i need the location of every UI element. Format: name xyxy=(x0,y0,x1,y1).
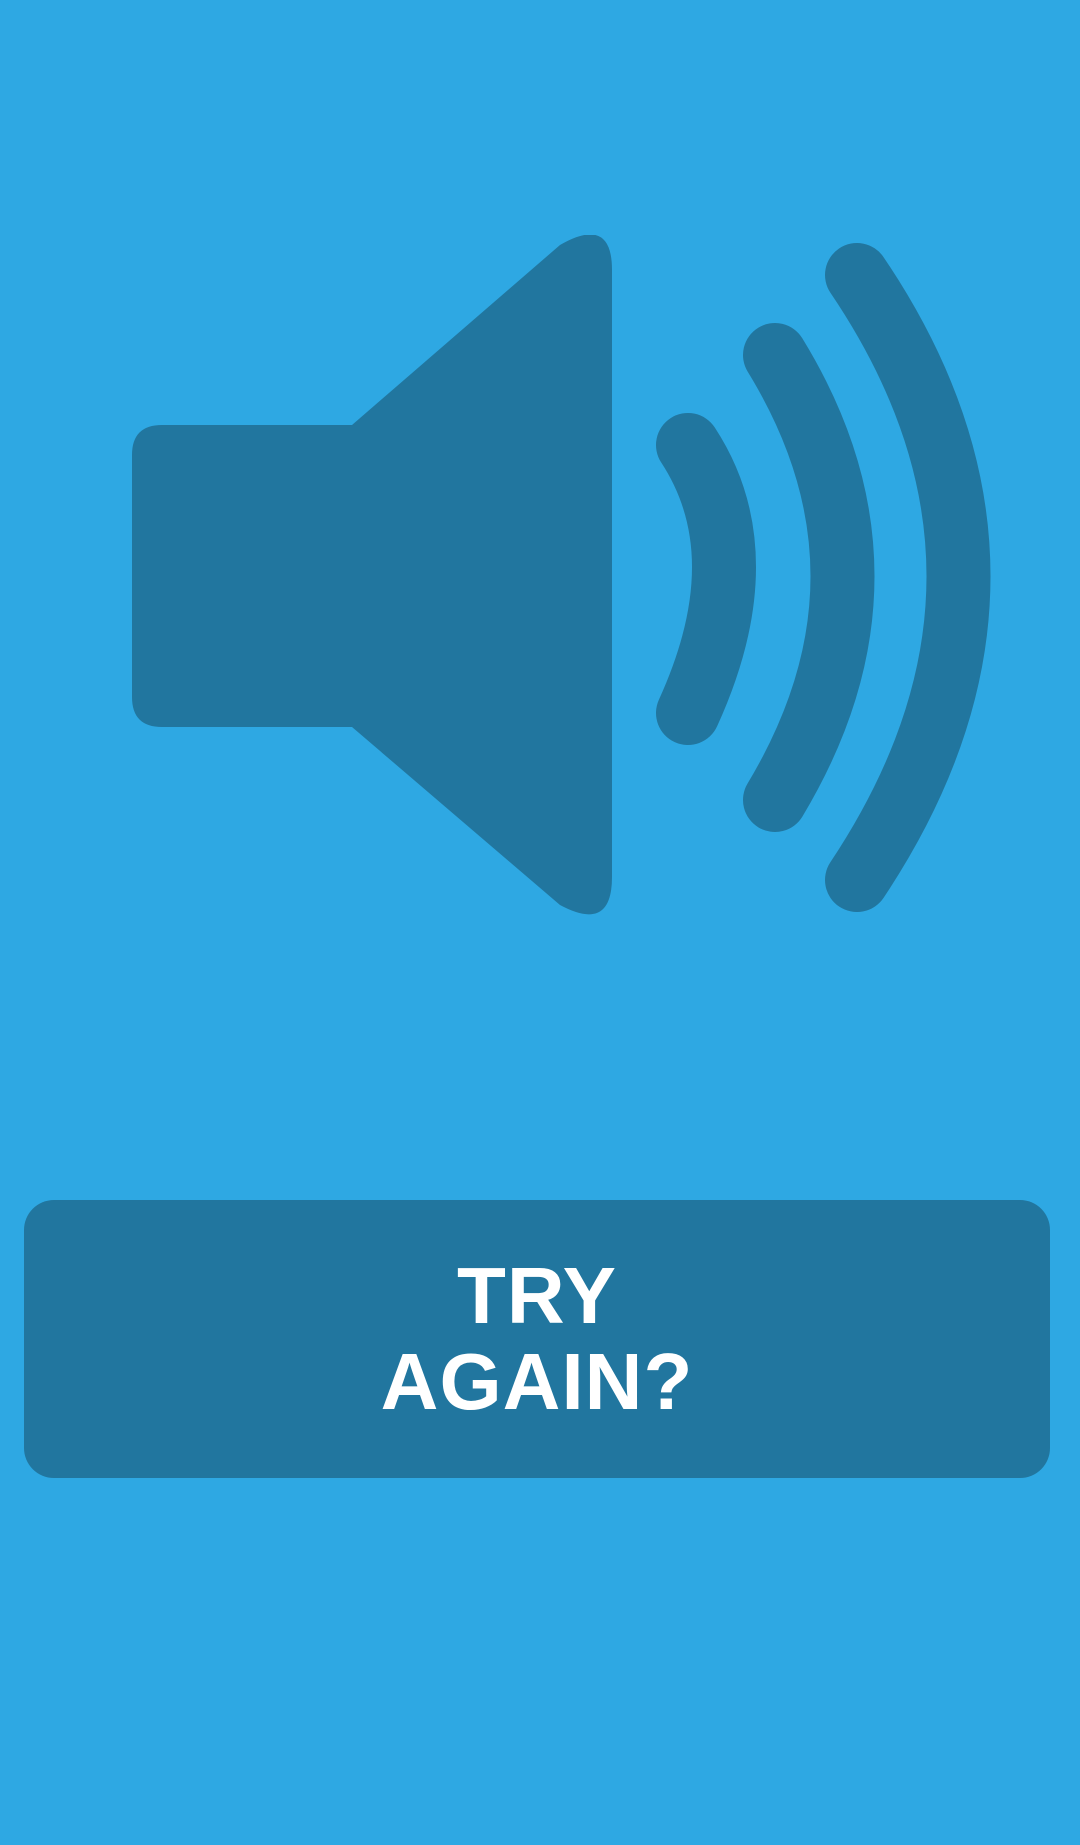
sound-wave-small xyxy=(656,413,756,745)
volume-up-icon xyxy=(132,235,991,915)
volume-speaker-icon[interactable] xyxy=(130,235,1000,915)
speaker-cone-shape xyxy=(132,235,612,915)
sound-wave-medium xyxy=(743,323,875,832)
try-again-button[interactable]: TRY AGAIN? xyxy=(24,1200,1050,1478)
try-again-label: TRY AGAIN? xyxy=(380,1251,694,1426)
